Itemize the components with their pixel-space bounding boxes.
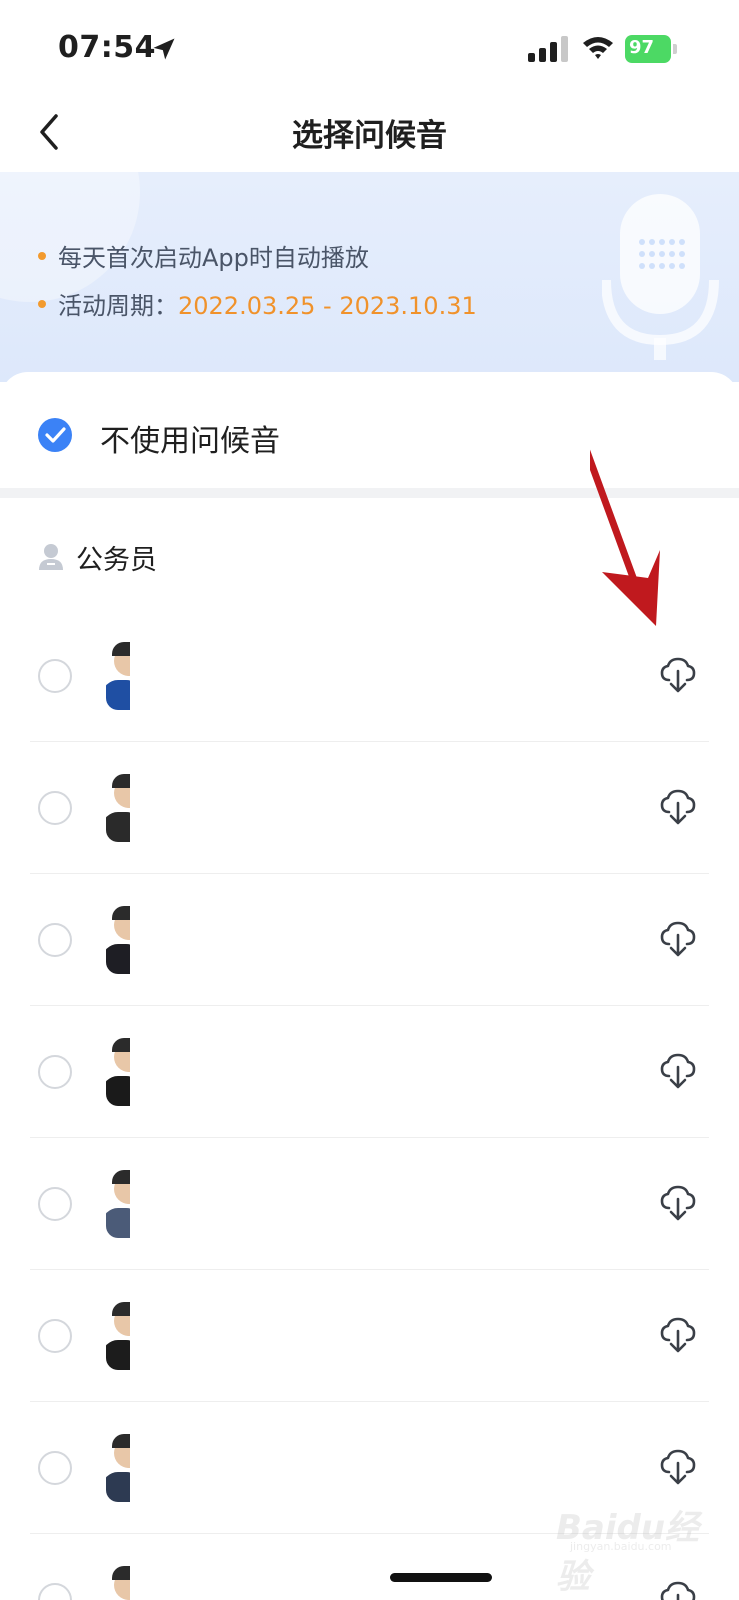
list-item[interactable] bbox=[0, 1138, 739, 1270]
battery-icon: 97 bbox=[625, 35, 671, 63]
avatar bbox=[106, 1168, 130, 1238]
bullet-dot bbox=[38, 300, 46, 308]
banner-decoration bbox=[0, 172, 140, 302]
avatar bbox=[106, 1036, 130, 1106]
checked-circle-icon[interactable] bbox=[37, 417, 73, 453]
download-cloud-icon[interactable] bbox=[660, 920, 696, 958]
avatar-clothing bbox=[106, 1340, 130, 1370]
auto-play-text: 每天首次启动App时自动播放 bbox=[58, 244, 369, 272]
avatar-clothing bbox=[106, 944, 130, 974]
list-item[interactable] bbox=[0, 1006, 739, 1138]
annotation-arrow bbox=[590, 449, 660, 626]
radio-button[interactable] bbox=[38, 1451, 72, 1485]
avatar-hair bbox=[112, 1302, 130, 1316]
list-item[interactable] bbox=[0, 1270, 739, 1402]
avatar-clothing bbox=[106, 1472, 130, 1502]
avatar-clothing bbox=[106, 680, 130, 710]
auto-play-note: 每天首次启动App时自动播放 bbox=[38, 238, 369, 273]
avatar-hair bbox=[112, 906, 130, 920]
person-icon bbox=[39, 544, 63, 570]
avatar bbox=[106, 772, 130, 842]
avatar bbox=[106, 1564, 130, 1600]
battery-tip bbox=[673, 44, 677, 54]
no-greeting-label: 不使用问候音 bbox=[100, 424, 280, 459]
download-cloud-icon[interactable] bbox=[660, 1316, 696, 1354]
radio-button[interactable] bbox=[38, 923, 72, 957]
avatar bbox=[106, 1300, 130, 1370]
radio-button[interactable] bbox=[38, 1583, 72, 1600]
status-time: 07:54 bbox=[58, 30, 156, 65]
avatar bbox=[106, 904, 130, 974]
download-cloud-icon[interactable] bbox=[660, 656, 696, 694]
avatar bbox=[106, 640, 130, 710]
home-indicator[interactable] bbox=[390, 1573, 492, 1582]
radio-button[interactable] bbox=[38, 1055, 72, 1089]
radio-button[interactable] bbox=[38, 1319, 72, 1353]
avatar-clothing bbox=[106, 812, 130, 842]
avatar-hair bbox=[112, 1434, 130, 1448]
avatar-hair bbox=[112, 1170, 130, 1184]
radio-button[interactable] bbox=[38, 659, 72, 693]
radio-button[interactable] bbox=[38, 791, 72, 825]
avatar-hair bbox=[112, 1566, 130, 1580]
info-banner: 每天首次启动App时自动播放 活动周期：2022.03.25 - 2023.10… bbox=[0, 172, 739, 382]
cellular-signal-icon bbox=[528, 36, 568, 62]
avatar-hair bbox=[112, 1038, 130, 1052]
activity-period: 活动周期：2022.03.25 - 2023.10.31 bbox=[38, 286, 477, 321]
period-value: 2022.03.25 - 2023.10.31 bbox=[178, 292, 477, 320]
download-cloud-icon[interactable] bbox=[660, 788, 696, 826]
bullet-dot bbox=[38, 252, 46, 260]
battery-level: 97 bbox=[629, 37, 655, 58]
section-title: 公务员 bbox=[76, 545, 157, 576]
page-title: 选择问候音 bbox=[292, 118, 447, 154]
period-label: 活动周期： bbox=[58, 292, 178, 320]
status-bar: 07:54 97 bbox=[0, 0, 739, 96]
baidu-watermark: Baidu经验 jingyan.baidu.com bbox=[556, 1500, 706, 1597]
avatar-clothing bbox=[106, 1076, 130, 1106]
battery-indicator: 97 bbox=[625, 35, 677, 63]
download-cloud-icon[interactable] bbox=[660, 1448, 696, 1486]
avatar-clothing bbox=[106, 1208, 130, 1238]
watermark-subtext: jingyan.baidu.com bbox=[570, 1540, 672, 1553]
microphone-icon bbox=[602, 194, 719, 360]
location-arrow-icon bbox=[153, 38, 175, 60]
avatar bbox=[106, 1432, 130, 1502]
avatar-hair bbox=[112, 774, 130, 788]
radio-button[interactable] bbox=[38, 1187, 72, 1221]
download-cloud-icon[interactable] bbox=[660, 1052, 696, 1090]
wifi-icon bbox=[583, 37, 613, 59]
download-cloud-icon[interactable] bbox=[660, 1184, 696, 1222]
list-item[interactable] bbox=[0, 742, 739, 874]
list-item[interactable] bbox=[0, 874, 739, 1006]
avatar-hair bbox=[112, 642, 130, 656]
greeting-voice-list bbox=[0, 610, 739, 1600]
navigation-bar: 选择问候音 bbox=[0, 96, 739, 172]
